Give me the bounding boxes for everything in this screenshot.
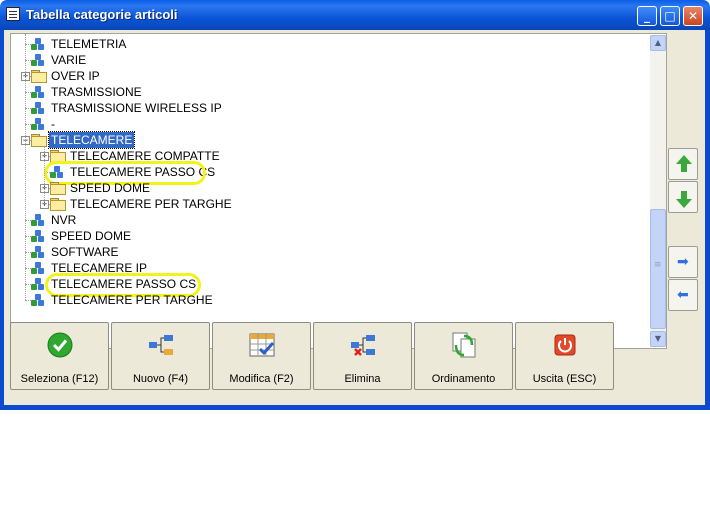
tree-item-label[interactable]: TELECAMERE IP xyxy=(49,260,149,276)
exit-button[interactable]: Uscita (ESC) xyxy=(515,322,614,390)
move-down-button[interactable] xyxy=(668,181,698,213)
move-up-button[interactable] xyxy=(668,148,698,180)
folder-icon xyxy=(50,150,66,163)
green-up-arrow-icon xyxy=(676,155,692,172)
blue-right-arrow-icon: ➡ xyxy=(677,254,689,270)
category-icon xyxy=(31,294,45,306)
tree-item[interactable]: SOFTWARE xyxy=(11,244,641,260)
tree-item-label[interactable]: TELECAMERE PASSO CS xyxy=(49,276,198,292)
window-title: Tabella categorie articoli xyxy=(26,7,178,22)
category-icon xyxy=(31,54,45,66)
tree-item[interactable]: TELECAMERE IP xyxy=(11,260,641,276)
category-icon xyxy=(31,214,45,226)
select-button[interactable]: Seleziona (F12) xyxy=(10,322,109,390)
app-window: Tabella categorie articoli _ □ ✕ TELEMET… xyxy=(0,0,710,410)
delete-button[interactable]: Elimina xyxy=(313,322,412,390)
tree-item[interactable]: + OVER IP xyxy=(11,68,641,84)
exit-label: Uscita (ESC) xyxy=(532,373,597,385)
outdent-button[interactable]: ⬅ xyxy=(668,279,698,311)
tree-item[interactable]: - xyxy=(11,116,641,132)
scroll-up-arrow-icon[interactable]: ▲ xyxy=(650,35,666,51)
category-icon xyxy=(31,230,45,242)
tree-item[interactable]: SPEED DOME xyxy=(11,228,641,244)
category-icon xyxy=(50,166,64,178)
green-down-arrow-icon xyxy=(676,191,692,208)
tree-item-label[interactable]: - xyxy=(49,116,57,132)
category-icon xyxy=(31,102,45,114)
category-icon xyxy=(31,86,45,98)
tree-item[interactable]: TRASMISSIONE xyxy=(11,84,641,100)
tree-item[interactable]: TRASMISSIONE WIRELESS IP xyxy=(11,100,641,116)
category-tree[interactable]: TELEMETRIA VARIE + OVER IP TRASMISSIONE TRASM… xyxy=(11,34,649,348)
tree-guide-line xyxy=(25,34,26,300)
tree-item[interactable]: TELECAMERE PASSO CS xyxy=(11,164,641,180)
select-label: Seleziona (F12) xyxy=(20,373,99,385)
tree-item-label[interactable]: TELECAMERE xyxy=(47,131,136,149)
new-node-icon xyxy=(149,335,173,355)
tree-item[interactable]: TELECAMERE PASSO CS xyxy=(11,276,641,292)
folder-icon xyxy=(50,182,66,195)
tree-item[interactable]: − TELECAMERE xyxy=(11,131,641,149)
category-icon xyxy=(31,278,45,290)
delete-node-icon xyxy=(351,335,375,356)
tree-item-label[interactable]: TELECAMERE PASSO CS xyxy=(68,164,217,180)
indent-button[interactable]: ➡ xyxy=(668,246,698,278)
category-icon xyxy=(31,262,45,274)
maximize-button[interactable]: □ xyxy=(660,6,680,26)
folder-icon xyxy=(31,70,47,83)
tree-item-label[interactable]: SOFTWARE xyxy=(49,244,121,260)
new-label: Nuovo (F4) xyxy=(132,373,189,385)
minimize-button[interactable]: _ xyxy=(637,6,657,26)
folder-icon xyxy=(50,198,66,211)
checkmark-icon xyxy=(47,332,73,358)
tree-item-label[interactable]: SPEED DOME xyxy=(49,228,133,244)
tree-item-label[interactable]: TELECAMERE PER TARGHE xyxy=(49,292,215,308)
tree-item-label[interactable]: TELECAMERE COMPATTE xyxy=(68,148,222,164)
edit-button[interactable]: Modifica (F2) xyxy=(212,322,311,390)
app-icon xyxy=(6,7,20,21)
tree-item[interactable]: + TELECAMERE COMPATTE xyxy=(11,148,641,164)
folder-icon xyxy=(31,134,47,147)
tree-item-label[interactable]: TRASMISSIONE WIRELESS IP xyxy=(49,100,224,116)
sort-label: Ordinamento xyxy=(431,373,496,385)
category-icon xyxy=(31,38,45,50)
sort-button[interactable]: Ordinamento xyxy=(414,322,513,390)
category-icon xyxy=(31,246,45,258)
delete-label: Elimina xyxy=(344,373,381,385)
scrollbar-thumb[interactable] xyxy=(650,209,666,329)
tree-item[interactable]: VARIE xyxy=(11,52,641,68)
close-button[interactable]: ✕ xyxy=(683,6,703,26)
edit-table-icon xyxy=(249,333,275,357)
tree-item[interactable]: NVR xyxy=(11,212,641,228)
blue-left-arrow-icon: ⬅ xyxy=(677,287,689,303)
tree-item[interactable]: TELEMETRIA xyxy=(11,36,641,52)
tree-guide-line xyxy=(44,146,45,204)
tree-item[interactable]: + SPEED DOME xyxy=(11,180,641,196)
tree-item[interactable]: + TELECAMERE PER TARGHE xyxy=(11,196,641,212)
tree-item-label[interactable]: NVR xyxy=(49,212,78,228)
window-frame: TELEMETRIA VARIE + OVER IP TRASMISSIONE TRASM… xyxy=(0,30,710,410)
tree-item-label[interactable]: TELEMETRIA xyxy=(49,36,128,52)
tree-item-label[interactable]: VARIE xyxy=(49,52,88,68)
tree-item[interactable]: TELECAMERE PER TARGHE xyxy=(11,292,641,308)
edit-label: Modifica (F2) xyxy=(229,373,294,385)
tree-vertical-scrollbar[interactable]: ▲ ▼ xyxy=(650,35,666,347)
tree-item-label[interactable]: TELECAMERE PER TARGHE xyxy=(68,196,234,212)
category-icon xyxy=(31,118,45,130)
new-button[interactable]: Nuovo (F4) xyxy=(111,322,210,390)
tree-item-label[interactable]: OVER IP xyxy=(49,68,102,84)
title-bar[interactable]: Tabella categorie articoli _ □ ✕ xyxy=(0,0,710,30)
category-tree-panel: TELEMETRIA VARIE + OVER IP TRASMISSIONE TRASM… xyxy=(10,33,667,349)
tree-item-label[interactable]: TRASMISSIONE xyxy=(49,84,144,100)
bottom-toolbar: Seleziona (F12) Nuovo (F4) Modifica (F2)… xyxy=(10,322,702,392)
client-area: TELEMETRIA VARIE + OVER IP TRASMISSIONE TRASM… xyxy=(4,30,705,405)
tree-item-label[interactable]: SPEED DOME xyxy=(68,180,152,196)
sort-icon xyxy=(452,332,476,358)
power-icon xyxy=(554,334,576,356)
